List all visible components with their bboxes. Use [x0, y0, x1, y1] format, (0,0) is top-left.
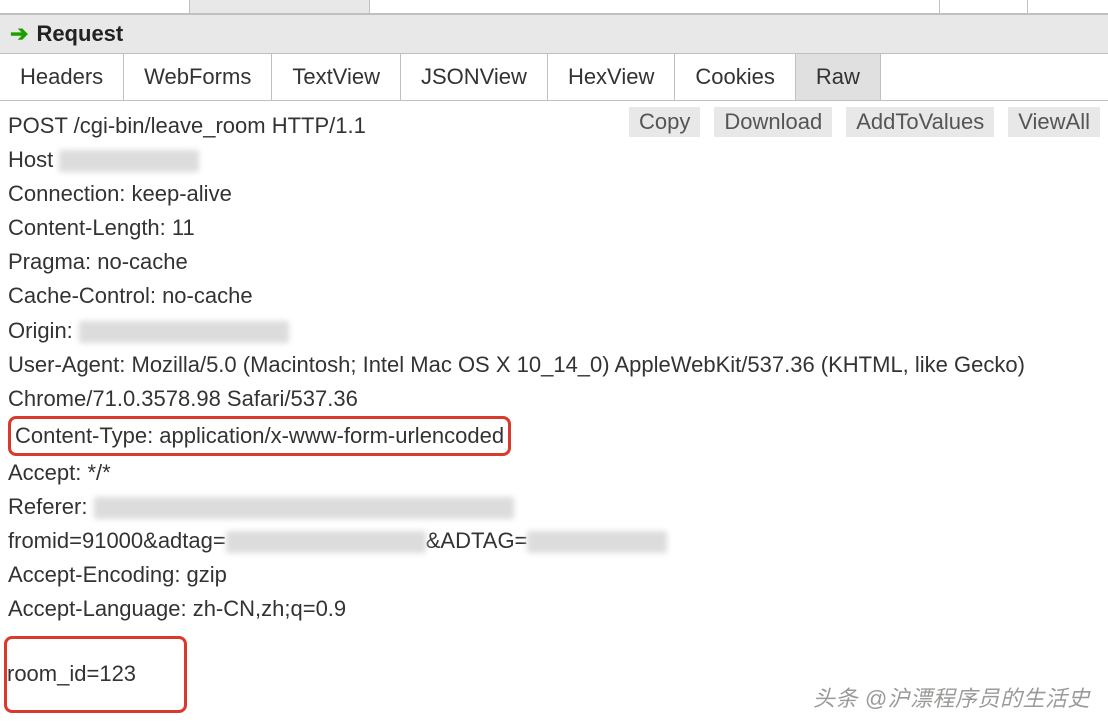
content-length-line: Content-Length: 11 — [8, 211, 1100, 245]
user-agent-line: User-Agent: Mozilla/5.0 (Macintosh; Inte… — [8, 348, 1100, 416]
content-actions: Copy Download AddToValues ViewAll — [629, 107, 1100, 137]
origin-line: Origin: hidden — [8, 314, 1100, 348]
tab-raw[interactable]: Raw — [796, 54, 881, 100]
tab-hexview[interactable]: HexView — [548, 54, 675, 100]
redacted-host: hidden — [59, 150, 199, 172]
section-title: Request — [36, 21, 123, 47]
content-type-highlight: Content-Type: application/x-www-form-url… — [8, 416, 511, 456]
redacted-referer: hidden — [94, 497, 514, 519]
adtag-label: &ADTAG= — [426, 528, 528, 553]
request-section-header: ➔ Request — [0, 14, 1108, 54]
content-type-line: Content-Type: application/x-www-form-url… — [8, 416, 1100, 456]
redacted-adtag1: hidden — [226, 531, 426, 553]
tab-webforms[interactable]: WebForms — [124, 54, 272, 100]
redacted-origin: hidden — [79, 321, 289, 343]
host-label: Host — [8, 147, 53, 172]
accept-line: Accept: */* — [8, 456, 1100, 490]
tab-jsonview[interactable]: JSONView — [401, 54, 548, 100]
origin-label: Origin: — [8, 318, 73, 343]
request-tabs: Headers WebForms TextView JSONView HexVi… — [0, 54, 1108, 101]
tab-cookies[interactable]: Cookies — [675, 54, 795, 100]
pragma-line: Pragma: no-cache — [8, 245, 1100, 279]
body-highlight: room_id=123 — [4, 636, 187, 712]
fromid-line: fromid=91000&adtag=hidden&ADTAG=hidden — [8, 524, 1100, 558]
top-tab-strip — [0, 0, 1108, 14]
referer-label: Referer: — [8, 494, 87, 519]
host-line: Host hidden — [8, 143, 1100, 177]
tab-textview[interactable]: TextView — [272, 54, 401, 100]
body-line: room_id=123 — [7, 661, 176, 686]
copy-button[interactable]: Copy — [629, 107, 700, 137]
referer-line: Referer: hidden — [8, 490, 1100, 524]
download-button[interactable]: Download — [714, 107, 832, 137]
viewall-button[interactable]: ViewAll — [1008, 107, 1100, 137]
fromid-prefix: fromid=91000&adtag= — [8, 528, 226, 553]
arrow-right-icon: ➔ — [10, 21, 28, 47]
raw-content: Copy Download AddToValues ViewAll POST /… — [0, 101, 1108, 721]
watermark-text: 头条 @沪漂程序员的生活史 — [813, 682, 1090, 716]
addtovalues-button[interactable]: AddToValues — [846, 107, 994, 137]
connection-line: Connection: keep-alive — [8, 177, 1100, 211]
tab-headers[interactable]: Headers — [0, 54, 124, 100]
cache-control-line: Cache-Control: no-cache — [8, 279, 1100, 313]
redacted-adtag2: hidden — [527, 531, 667, 553]
accept-language-line: Accept-Language: zh-CN,zh;q=0.9 — [8, 592, 1100, 626]
accept-encoding-line: Accept-Encoding: gzip — [8, 558, 1100, 592]
